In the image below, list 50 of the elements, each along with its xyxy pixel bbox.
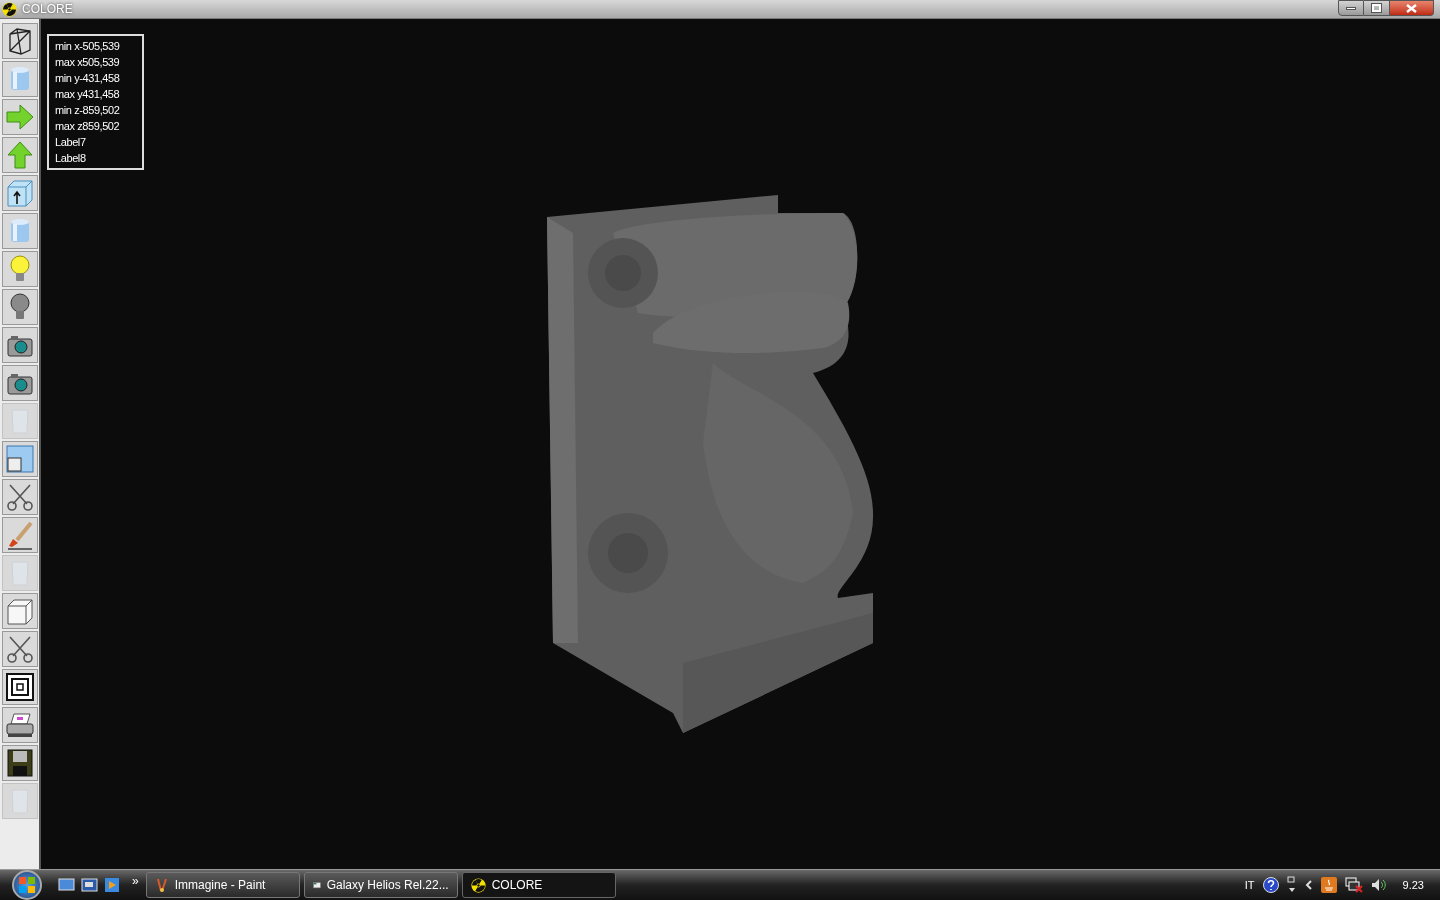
window-icon (5, 444, 35, 474)
paintbrush-icon (154, 877, 169, 893)
tool-button[interactable] (2, 327, 38, 363)
tool-button[interactable] (2, 365, 38, 401)
media-player-icon[interactable] (104, 877, 120, 893)
chevron-left-icon[interactable] (1304, 880, 1313, 890)
taskbar-button[interactable]: Galaxy Helios Rel.22... (303, 872, 458, 898)
scissors-icon (5, 482, 35, 512)
up-arrow-icon (5, 140, 35, 170)
start-button[interactable] (12, 870, 42, 900)
extent-label: Label7 (55, 135, 87, 150)
extent-label: max z859,502 (55, 119, 121, 134)
volume-icon[interactable] (1370, 878, 1387, 892)
tool-button[interactable] (2, 745, 38, 781)
tool-button[interactable] (2, 175, 38, 211)
radiation-icon (470, 877, 486, 893)
right-arrow-icon (5, 102, 35, 132)
java-icon[interactable] (1320, 877, 1337, 893)
windows-logo-icon (18, 876, 36, 894)
tool-button[interactable] (2, 669, 38, 705)
cube-arrow-icon (5, 178, 35, 208)
extent-label: min x-505,539 (55, 39, 121, 54)
scissors-icon (5, 634, 35, 664)
close-button[interactable] (1390, 0, 1434, 16)
tool-button[interactable] (2, 707, 38, 743)
help-icon[interactable] (1262, 877, 1279, 893)
language-indicator[interactable]: IT (1244, 876, 1255, 894)
extent-label: max y431,458 (55, 87, 121, 102)
tool-button[interactable] (2, 23, 38, 59)
concentric-squares-icon (5, 672, 35, 702)
network-error-icon[interactable] (1344, 877, 1363, 893)
restore-button[interactable] (1364, 0, 1390, 16)
overflow-chevron[interactable]: » (132, 872, 139, 890)
clock[interactable]: 9.23 (1402, 876, 1424, 894)
extent-label: min z-859,502 (55, 103, 121, 118)
window-title: COLORE (22, 1, 73, 18)
taskbar-button[interactable]: COLORE (461, 872, 616, 898)
brush-icon (5, 520, 35, 550)
extent-label: min y-431,458 (55, 71, 121, 86)
extent-label: max x505,539 (55, 55, 121, 70)
minimize-button[interactable] (1338, 0, 1364, 16)
printer-icon (5, 710, 35, 740)
extent-label: Label8 (55, 151, 87, 166)
desktop-icon[interactable] (58, 878, 75, 892)
windows-switch-icon[interactable] (1286, 876, 1297, 894)
close-icon (1406, 3, 1417, 13)
switch-windows-icon[interactable] (81, 878, 98, 892)
app-icon (2, 1, 17, 17)
taskbar-button[interactable]: Immagine - Paint (145, 872, 300, 898)
cube-icon (5, 596, 35, 626)
